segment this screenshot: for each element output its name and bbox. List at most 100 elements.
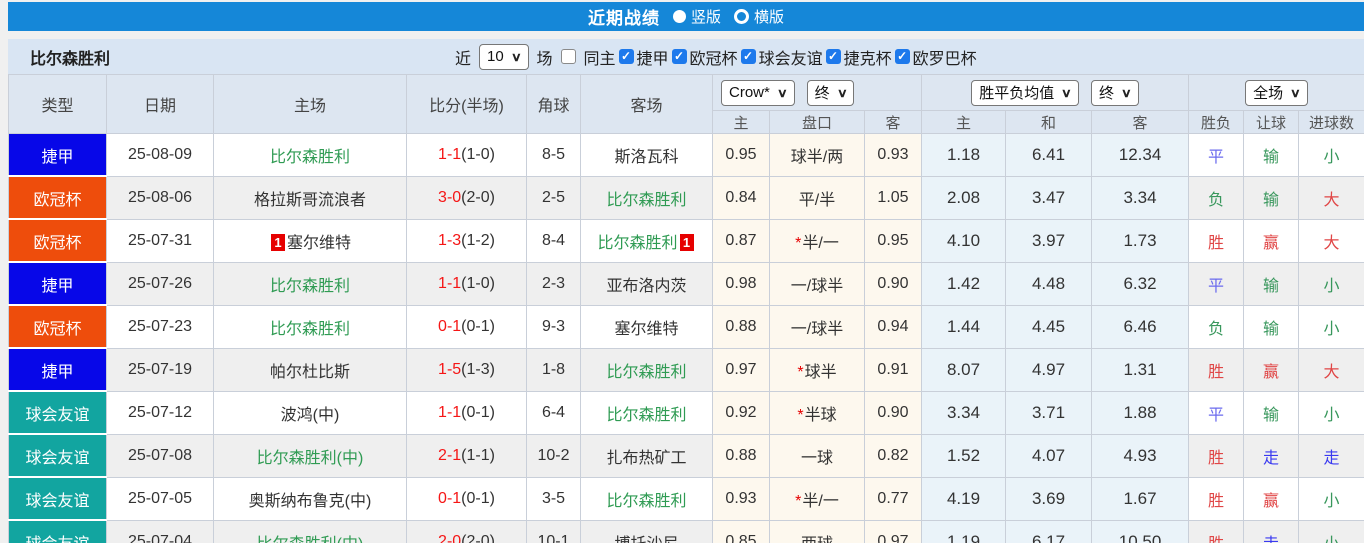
- layout-radio-horizontal[interactable]: 横版: [734, 6, 784, 27]
- away-team-name: 比尔森胜利: [606, 406, 687, 424]
- cell-goals-result: 小: [1298, 304, 1364, 349]
- league-label: 欧冠杯: [689, 50, 738, 68]
- avg-type-select[interactable]: 胜平负均值 ∨: [971, 79, 1079, 106]
- away-team-name: 比尔森胜利: [606, 363, 687, 381]
- radio-horizontal-label[interactable]: 横版: [754, 6, 784, 27]
- cell-avg-win: 1.52: [921, 433, 1006, 478]
- home-team-name: 比尔森胜利(中): [256, 449, 364, 467]
- cell-avg-draw: 3.47: [1005, 175, 1092, 220]
- cell-result: 胜: [1188, 476, 1245, 521]
- cell-avg-lose: 1.67: [1090, 476, 1190, 521]
- odds-select-group: Crow* ∨ 终 ∨: [712, 74, 922, 111]
- check-icon: ✓: [674, 49, 685, 63]
- scope-select[interactable]: 全场 ∨: [1245, 79, 1308, 106]
- star-icon: *: [795, 492, 802, 510]
- cell-result: 胜: [1188, 519, 1245, 543]
- away-team-name: 比尔森胜利: [606, 191, 687, 209]
- cell-score: 2-1(1-1): [406, 433, 527, 478]
- cell-avg-draw: 3.71: [1005, 390, 1092, 435]
- sub-header-avg-draw: 和: [1005, 110, 1092, 134]
- radio-vertical-label[interactable]: 竖版: [691, 6, 721, 27]
- match-count-select[interactable]: 10 ∨: [479, 43, 529, 70]
- cell-odds-away: 0.95: [864, 218, 922, 263]
- home-team-name: 比尔森胜利: [269, 148, 350, 166]
- sub-header-odds-away: 客: [864, 110, 922, 134]
- cell-corners: 10-2: [526, 433, 581, 478]
- cell-avg-lose: 1.73: [1090, 218, 1190, 263]
- cell-avg-win: 8.07: [921, 347, 1006, 392]
- cell-avg-lose: 6.46: [1090, 304, 1190, 349]
- cell-corners: 2-3: [526, 261, 581, 306]
- team-name: 比尔森胜利: [30, 50, 111, 68]
- title-bar: 近期战绩 竖版 横版: [8, 2, 1364, 31]
- league-checkbox-champions[interactable]: ✓: [671, 49, 687, 64]
- cell-league-type: 欧冠杯: [8, 218, 107, 263]
- cell-avg-draw: 6.41: [1005, 133, 1092, 177]
- cell-home-team: 帕尔杜比斯: [213, 347, 407, 392]
- cell-handicap-result: 输: [1243, 133, 1300, 177]
- cell-date: 25-07-26: [106, 261, 214, 306]
- cell-result: 胜: [1188, 218, 1245, 263]
- col-header-date: 日期: [106, 74, 214, 134]
- cell-avg-win: 3.34: [921, 390, 1006, 435]
- cell-handicap: *半/一: [769, 218, 865, 263]
- home-team-name: 波鸿(中): [280, 406, 340, 424]
- cell-away-team: 比尔森胜利 1: [580, 218, 713, 263]
- cell-goals-result: 小: [1298, 476, 1364, 521]
- cell-away-team: 塞尔维特: [580, 304, 713, 349]
- cell-away-team: 比尔森胜利: [580, 476, 713, 521]
- same-home-checkbox[interactable]: [560, 49, 576, 64]
- home-team-name: 比尔森胜利: [269, 320, 350, 338]
- away-team-name: 塞尔维特: [614, 320, 679, 338]
- cell-score: 1-1(1-0): [406, 133, 527, 177]
- league-checkbox-friendly[interactable]: ✓: [740, 49, 756, 64]
- radio-unselected-icon[interactable]: [734, 9, 749, 24]
- radio-selected-icon[interactable]: [672, 10, 686, 23]
- table-row: 球会友谊 25-07-05 奥斯纳布鲁克(中) 0-1(0-1) 3-5 比尔森胜利 0.9…: [8, 476, 1364, 521]
- home-team-name: 格拉斯哥流浪者: [253, 191, 366, 209]
- cell-odds-home: 0.88: [712, 433, 770, 478]
- cell-goals-result: 小: [1298, 390, 1364, 435]
- cell-corners: 9-3: [526, 304, 581, 349]
- league-label: 捷克杯: [843, 50, 892, 68]
- cell-away-team: 比尔森胜利: [580, 175, 713, 220]
- sub-header-result: 胜负: [1188, 110, 1245, 134]
- cell-result: 平: [1188, 390, 1245, 435]
- league-checkbox-jiajia[interactable]: ✓: [618, 49, 634, 64]
- results-table: 类型 日期 主场 比分(半场) 角球 客场 Crow* ∨ 终 ∨ 胜平负均值 …: [8, 74, 1364, 543]
- table-row: 欧冠杯 25-07-23 比尔森胜利 0-1(0-1) 9-3 塞尔维特 0.88 一/球半 0…: [8, 304, 1364, 349]
- odds-company-select[interactable]: Crow* ∨: [721, 79, 795, 106]
- cell-score: 2-0(2-0): [406, 519, 527, 543]
- col-header-away: 客场: [580, 74, 713, 134]
- cell-handicap-result: 赢: [1243, 476, 1300, 521]
- cell-avg-win: 1.18: [921, 133, 1006, 177]
- cell-league-type: 球会友谊: [8, 476, 107, 521]
- avg-time-select[interactable]: 终 ∨: [1091, 79, 1139, 106]
- cell-odds-home: 0.95: [712, 133, 770, 177]
- sub-header-handicap: 盘口: [769, 110, 865, 134]
- cell-handicap: *球半: [769, 347, 865, 392]
- check-icon: ✓: [828, 49, 839, 63]
- layout-radio-vertical[interactable]: 竖版: [672, 6, 721, 27]
- cell-score: 1-5(1-3): [406, 347, 527, 392]
- league-checkbox-czech-cup[interactable]: ✓: [825, 49, 841, 64]
- league-checkbox-europa[interactable]: ✓: [894, 49, 910, 64]
- check-icon: ✓: [743, 49, 754, 63]
- cell-result: 平: [1188, 133, 1245, 177]
- cell-home-team: 1 塞尔维特: [213, 218, 407, 263]
- chevron-down-icon: ∨: [776, 85, 788, 100]
- cell-odds-home: 0.93: [712, 476, 770, 521]
- cell-avg-draw: 3.97: [1005, 218, 1092, 263]
- cell-handicap: 一球: [769, 433, 865, 478]
- cell-corners: 2-5: [526, 175, 581, 220]
- cell-league-type: 欧冠杯: [8, 304, 107, 349]
- cell-handicap-result: 走: [1243, 519, 1300, 543]
- cell-corners: 1-8: [526, 347, 581, 392]
- cell-league-type: 捷甲: [8, 261, 107, 306]
- cell-handicap-result: 输: [1243, 304, 1300, 349]
- odds-time-select[interactable]: 终 ∨: [806, 79, 855, 106]
- cell-corners: 8-4: [526, 218, 581, 263]
- cell-handicap-result: 输: [1243, 175, 1300, 220]
- cell-home-team: 格拉斯哥流浪者: [213, 175, 407, 220]
- table-row: 球会友谊 25-07-12 波鸿(中) 1-1(0-1) 6-4 比尔森胜利 0.92 *半球…: [8, 390, 1364, 435]
